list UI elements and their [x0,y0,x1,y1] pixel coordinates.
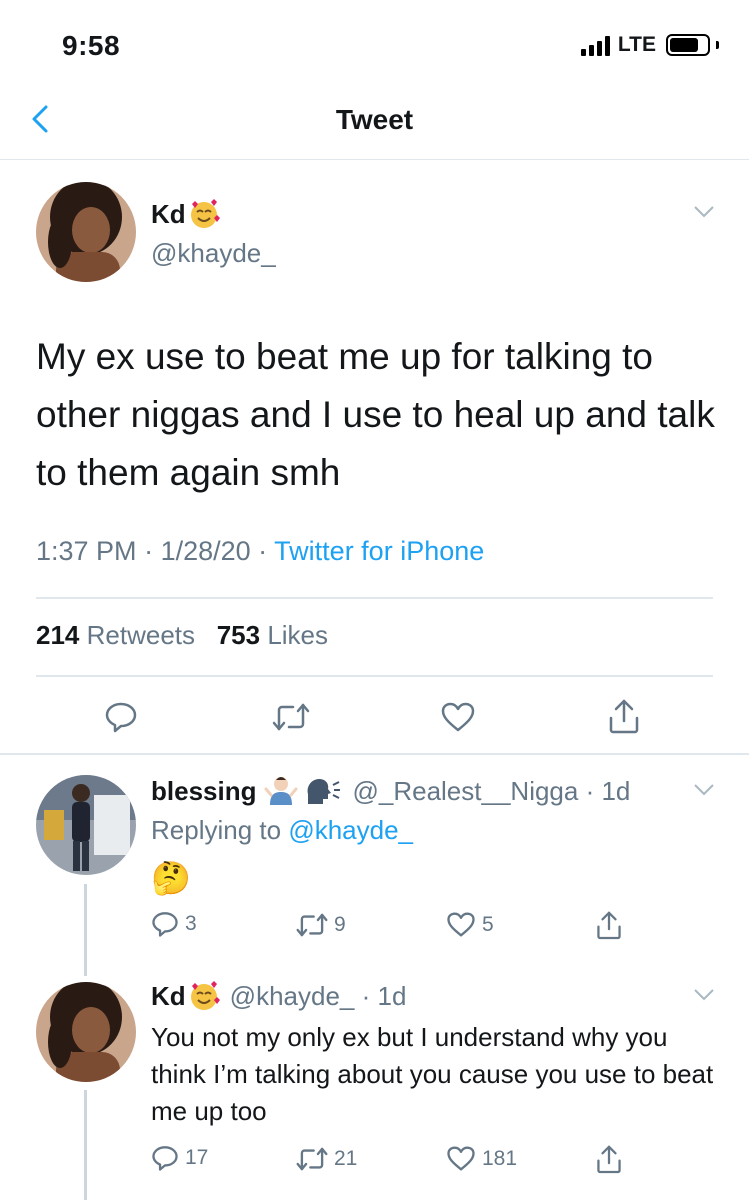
like-count: 181 [482,1146,518,1170]
reply-age: 1d [601,775,631,806]
reply-author-name[interactable]: Kd [151,981,186,1012]
retweet-button[interactable]: 21 [296,1146,357,1172]
status-bar: 9:58 LTE [0,0,749,90]
status-indicators: LTE [580,33,719,57]
tweet-stats: 214 Retweets 753 Likes [36,620,328,651]
network-type: LTE [617,33,656,56]
chevron-down-icon[interactable] [693,205,715,219]
avatar[interactable] [36,182,136,282]
chevron-down-icon[interactable] [693,988,715,1002]
reply-button[interactable]: 17 [151,1144,208,1172]
nav-bar: Tweet [0,90,749,160]
reply-header: blessing @_Realest__Nigga · 1d [151,775,631,807]
heart-icon [447,912,475,937]
retweet-button[interactable] [272,702,310,732]
status-time: 9:58 [62,30,121,61]
reply-header: Kd @khayde_ · 1d [151,980,407,1012]
share-icon [609,699,639,734]
retweet-count: 9 [334,913,346,936]
tweet-source-link[interactable]: Twitter for iPhone [274,536,484,566]
person-shrugging-icon [264,777,298,805]
battery-icon [666,34,710,56]
reply-author-name[interactable]: blessing [151,776,256,807]
like-button[interactable]: 5 [446,911,494,938]
like-button[interactable]: 181 [446,1145,517,1172]
divider [0,753,749,755]
reply-age: 1d [377,980,407,1011]
thread-line [84,884,87,976]
tweet-text: My ex use to beat me up for talking to o… [36,336,715,493]
thread-line [84,1090,87,1200]
retweets-stat[interactable]: 214 Retweets [36,620,195,650]
retweet-icon [272,703,310,731]
reply-icon [105,702,137,733]
share-icon [597,1145,621,1174]
tweet-meta: 1:37 PM · 1/28/20 · Twitter for iPhone [36,536,485,566]
reply-text: You not my only ex but I understand why … [151,1022,714,1126]
retweet-button[interactable]: 9 [296,912,346,938]
smiling-face-with-hearts-icon [190,981,220,1010]
smiling-face-with-hearts-icon [190,199,220,228]
signal-icon [580,34,610,56]
reply-author-handle[interactable]: @_Realest__Nigga [352,776,578,807]
reply-button[interactable]: 3 [151,910,197,938]
heart-icon [441,702,475,732]
share-button[interactable] [608,698,640,734]
share-button[interactable] [596,910,622,940]
reply-icon [152,1146,178,1171]
heart-icon [447,1146,475,1171]
reply-text: 🤔 [151,859,191,897]
avatar[interactable] [36,775,136,875]
retweet-count: 21 [334,1147,358,1170]
share-button[interactable] [596,1144,622,1174]
replying-to: Replying to @khayde_ [151,815,414,845]
replying-to-handle[interactable]: @khayde_ [288,815,413,845]
retweet-icon [296,1147,328,1171]
divider [36,597,713,599]
speaking-head-icon [308,779,341,804]
likes-stat[interactable]: 753 Likes [217,620,328,650]
tweet-author-handle[interactable]: @khayde_ [151,238,276,269]
battery-nub [716,41,719,49]
retweet-icon [296,913,328,937]
avatar[interactable] [36,982,136,1082]
like-count: 5 [482,912,494,936]
reply-count: 3 [185,912,197,935]
divider [36,675,713,677]
share-icon [597,911,621,940]
chevron-down-icon[interactable] [693,783,715,797]
reply-button[interactable] [104,700,138,734]
reply-author-handle[interactable]: @khayde_ [230,981,355,1012]
page-title: Tweet [335,104,414,135]
like-button[interactable] [440,701,476,733]
reply-count: 17 [185,1146,209,1169]
reply-icon [152,912,178,937]
tweet-author-name[interactable]: Kd [151,198,220,230]
